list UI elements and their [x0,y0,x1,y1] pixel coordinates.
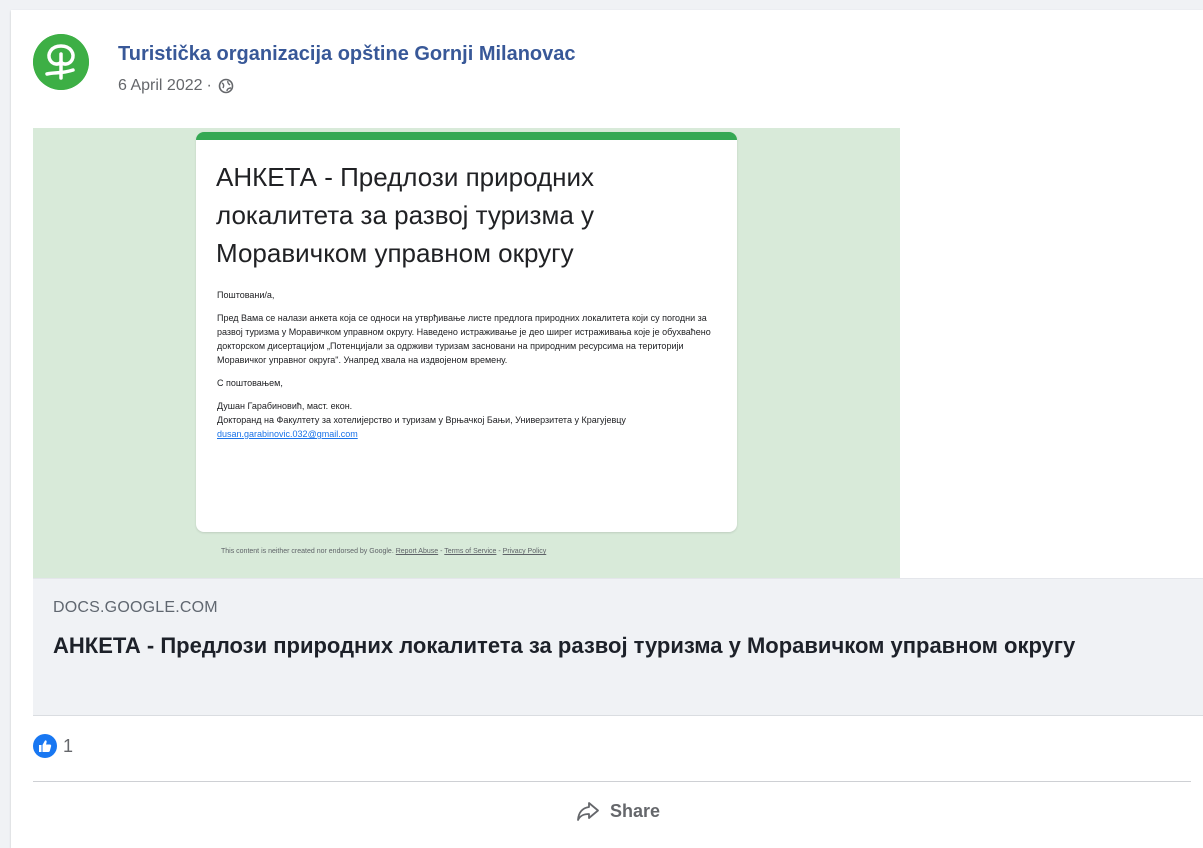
link-title[interactable]: АНКЕТА - Предлози природних локалитета з… [53,630,1153,661]
link-domain: DOCS.GOOGLE.COM [53,599,218,616]
share-label: Share [610,800,661,821]
post-date[interactable]: 6 April 2022 [118,77,203,95]
form-screenshot-background: АНКЕТА - Предлози природних локалитета з… [33,128,900,578]
form-regards: С поштовањем, [217,378,283,388]
footer-terms: Terms of Service [444,548,497,555]
footer-report-abuse: Report Abuse [395,548,439,555]
post-meta: 6 April 2022 · [118,77,234,95]
page-avatar[interactable] [33,34,89,90]
form-title: АНКЕТА - Предлози природних локалитета з… [216,162,595,268]
footer-dash: - [440,548,443,555]
page-name-link[interactable]: Turistička organizacija opštine Gornji M… [118,43,576,66]
form-paragraph: Пред Вама се налази анкета која се однос… [217,313,711,365]
form-footer: This content is neither created nor endo… [221,548,741,555]
form-description: Поштовани/а, Пред Вама се налази анкета … [217,288,717,441]
reactions-summary[interactable]: 1 [33,734,73,758]
link-preview-image[interactable]: АНКЕТА - Предлози природних локалитета з… [33,128,1203,578]
form-card: АНКЕТА - Предлози природних локалитета з… [196,132,737,532]
meta-separator: · [206,77,212,94]
form-greeting: Поштовани/а, [217,290,275,300]
share-arrow-icon [577,802,599,821]
link-caption[interactable]: DOCS.GOOGLE.COM АНКЕТА - Предлози природ… [33,578,1203,716]
form-affiliation: Докторанд на Факултету за хотелијерство … [217,415,626,425]
facebook-post: Turistička organizacija opštine Gornji M… [11,10,1203,848]
leaf-logo-icon [33,34,89,90]
form-author: Душан Гарабиновић, маст. екон. [217,401,353,411]
form-email-link: dusan.garabinovic.032@gmail.com [217,429,358,439]
like-count: 1 [63,735,74,756]
action-divider [33,781,1191,782]
like-icon [33,734,57,758]
share-button[interactable]: Share [576,800,660,822]
footer-privacy: Privacy Policy [502,548,547,555]
globe-icon[interactable] [218,78,234,94]
footer-disclaimer: This content is neither created nor endo… [221,548,394,555]
footer-dash: - [498,548,501,555]
